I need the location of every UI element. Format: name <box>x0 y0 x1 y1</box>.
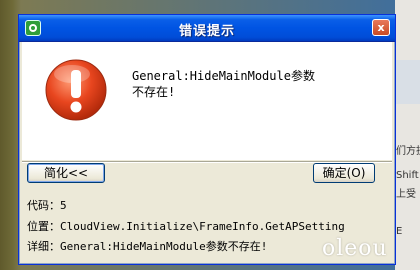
title-bar[interactable]: 错误提示 x <box>19 15 395 42</box>
background-text: Shift <box>396 170 419 181</box>
error-code: 代码：5 <box>27 199 67 212</box>
error-dialog: 错误提示 x General:HideMainModule参数不存在! 简化<<… <box>18 14 396 265</box>
error-location: 位置：CloudView.Initialize\FrameInfo.GetAPS… <box>27 220 345 233</box>
background-panel <box>395 60 420 104</box>
message-area: General:HideMainModule参数不存在! <box>22 42 392 160</box>
background-text: 上受 <box>396 189 416 200</box>
ok-button[interactable]: 确定(O) <box>313 163 375 183</box>
background-text: E <box>396 226 403 237</box>
error-detail: 详细：General:HideMainModule参数不存在! <box>27 240 268 253</box>
background-window: 们方抗 Shift 上受 E <box>395 0 420 270</box>
collapse-details-button[interactable]: 简化<< <box>27 163 105 183</box>
watermark: oleou <box>322 236 388 261</box>
close-button[interactable]: x <box>372 19 390 36</box>
dialog-title: 错误提示 <box>178 24 235 39</box>
error-message: General:HideMainModule参数不存在! <box>132 69 315 99</box>
background-text: 们方抗 <box>396 146 420 157</box>
error-icon <box>45 59 107 121</box>
